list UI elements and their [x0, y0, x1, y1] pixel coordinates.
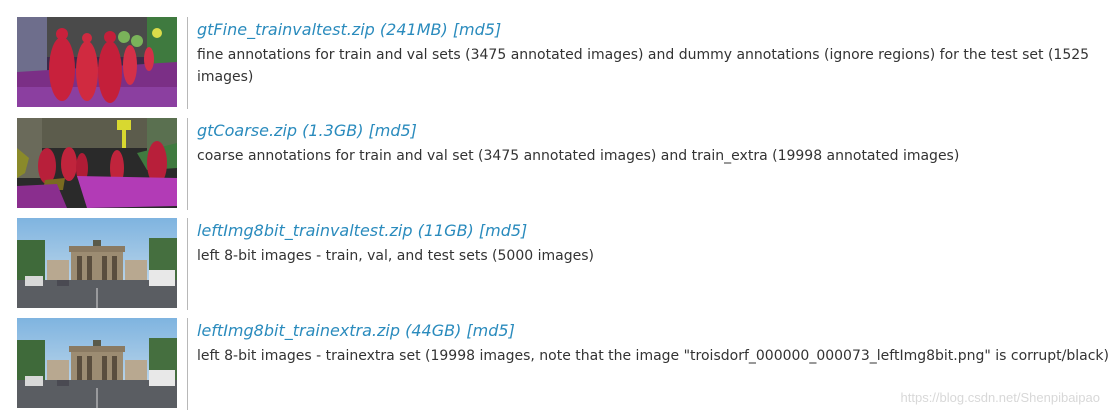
row-content: gtCoarse.zip (1.3GB) [md5] coarse annota… [197, 113, 1112, 167]
row-divider [187, 17, 188, 109]
download-row-gtcoarse: gtCoarse.zip (1.3GB) [md5] coarse annota… [0, 113, 1112, 210]
gtfine-thumbnail[interactable] [17, 17, 177, 107]
leftimg8bit-trainextra-description: left 8-bit images - trainextra set (1999… [197, 348, 1110, 364]
download-row-leftimg8bit-trainvaltest: leftImg8bit_trainvaltest.zip (11GB) [md5… [0, 213, 1112, 310]
row-divider [187, 318, 188, 410]
leftimg8bit-trainextra-download-link[interactable]: leftImg8bit_trainextra.zip (44GB) [md5] [197, 321, 515, 340]
gtcoarse-description: coarse annotations for train and val set… [197, 148, 960, 164]
gtfine-download-link[interactable]: gtFine_trainvaltest.zip (241MB) [md5] [197, 20, 501, 39]
row-content: gtFine_trainvaltest.zip (241MB) [md5] fi… [197, 12, 1112, 88]
leftimg8bit-trainvaltest-thumbnail[interactable] [17, 218, 177, 308]
download-row-gtfine: gtFine_trainvaltest.zip (241MB) [md5] fi… [0, 12, 1112, 109]
row-content: leftImg8bit_trainvaltest.zip (11GB) [md5… [197, 213, 1112, 267]
watermark-text: https://blog.csdn.net/Shenpibaipao [900, 390, 1100, 405]
leftimg8bit-trainvaltest-download-link[interactable]: leftImg8bit_trainvaltest.zip (11GB) [md5… [197, 221, 527, 240]
cityscapes-download-list: gtFine_trainvaltest.zip (241MB) [md5] fi… [0, 0, 1112, 413]
row-content: leftImg8bit_trainextra.zip (44GB) [md5] … [197, 313, 1112, 367]
gtcoarse-download-link[interactable]: gtCoarse.zip (1.3GB) [md5] [197, 121, 417, 140]
row-divider [187, 218, 188, 310]
gtcoarse-thumbnail[interactable] [17, 118, 177, 208]
row-divider [187, 118, 188, 210]
leftimg8bit-trainextra-thumbnail[interactable] [17, 318, 177, 408]
leftimg8bit-trainvaltest-description: left 8-bit images - train, val, and test… [197, 248, 594, 264]
gtfine-description: fine annotations for train and val sets … [197, 47, 1090, 85]
